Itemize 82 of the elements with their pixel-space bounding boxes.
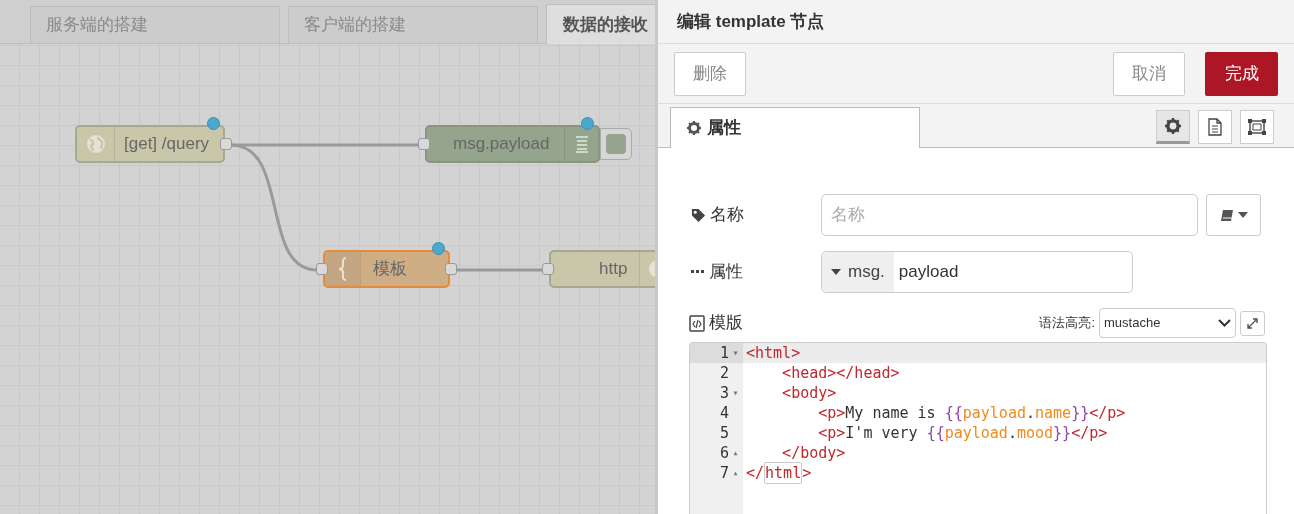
- brace-icon: [337, 257, 348, 281]
- panel-title: 编辑 template 节点: [658, 0, 1294, 44]
- code-token: <html>: [746, 343, 801, 363]
- expand-button[interactable]: [1240, 310, 1265, 336]
- flow-tab[interactable]: 服务端的搭建: [30, 6, 280, 43]
- delete-button[interactable]: 删除: [674, 51, 746, 96]
- config-button[interactable]: [1206, 194, 1261, 236]
- code-token: name: [1035, 403, 1072, 423]
- code-token: </p>: [1071, 423, 1108, 443]
- line-number: 1: [719, 343, 729, 363]
- code-editor[interactable]: 1 ▾ <html> 2 <head></head> 3 ▾ <body> 4 <p>My name is {{payload.name}}</p> 5 <p>I'm very {{payload.mood}}</p> 6 ▴ </body> 7 ▴ </html>: [689, 342, 1267, 514]
- flow-node[interactable]: msg.payload: [425, 125, 600, 163]
- line-number: 5: [719, 423, 729, 443]
- line-number: 2: [719, 363, 729, 383]
- fold-toggle[interactable]: ▴: [731, 443, 740, 463]
- code-token: .: [1007, 423, 1017, 443]
- chevron-down-icon: [1218, 319, 1231, 327]
- gear-icon: [687, 121, 701, 135]
- flow-tab[interactable]: 客户端的搭建: [288, 6, 538, 43]
- code-token: mood: [1016, 423, 1054, 443]
- code-token: {{: [926, 423, 945, 443]
- gutter-cell: [690, 483, 743, 514]
- done-button[interactable]: 完成: [1205, 51, 1278, 96]
- name-input[interactable]: 名称: [820, 194, 1199, 236]
- matched-bracket: html: [764, 462, 803, 484]
- fold-toggle[interactable]: ▾: [731, 343, 740, 363]
- code-file-icon: [689, 314, 705, 332]
- code-token: >: [802, 463, 812, 483]
- caret-icon: [831, 269, 841, 275]
- input-value: payload: [897, 261, 960, 284]
- port[interactable]: [220, 138, 232, 150]
- code-token: I'm very: [845, 423, 919, 443]
- syntax-label: 语法高亮:: [1039, 314, 1095, 333]
- caret-icon: [1237, 212, 1248, 218]
- field-label: 名称: [710, 204, 744, 227]
- code-token: </body>: [781, 443, 846, 463]
- code-token: payload: [962, 403, 1026, 423]
- document-tab-button[interactable]: [1198, 110, 1232, 144]
- code-token: {{: [944, 403, 963, 423]
- code-token: My name is: [845, 403, 937, 423]
- port[interactable]: [445, 263, 457, 275]
- document-icon: [1208, 118, 1222, 136]
- fold-toggle[interactable]: ▾: [731, 383, 740, 403]
- line-number: 6: [719, 443, 729, 463]
- line-number: 3: [719, 383, 729, 403]
- properties-tab[interactable]: 属性: [670, 107, 920, 148]
- flow-tab[interactable]: 数据的接收: [546, 4, 655, 44]
- gear-icon: [1165, 118, 1181, 134]
- line-number: 7: [719, 463, 729, 483]
- cancel-button[interactable]: 取消: [1113, 51, 1185, 96]
- code-token: }}: [1071, 403, 1090, 423]
- expand-icon: [1247, 317, 1258, 329]
- list-icon: [574, 135, 589, 153]
- flow-node[interactable]: [get] /query: [75, 125, 225, 163]
- frame-tab-button[interactable]: [1240, 110, 1274, 144]
- code-token: }}: [1053, 423, 1072, 443]
- line-number: 4: [719, 403, 729, 423]
- ellipsis-icon: [691, 270, 704, 274]
- field-label: 模版: [709, 312, 743, 335]
- code-token: </: [746, 463, 765, 483]
- tag-icon: [691, 207, 706, 223]
- code-token: <body>: [781, 383, 837, 403]
- book-icon: [1219, 208, 1234, 222]
- flow-node[interactable]: http: [549, 250, 655, 288]
- field-label: 属性: [709, 261, 743, 284]
- code-token: <p>: [817, 403, 846, 423]
- port[interactable]: [418, 138, 430, 150]
- port[interactable]: [542, 263, 554, 275]
- fold-toggle[interactable]: ▴: [731, 463, 740, 483]
- toggle-button[interactable]: [600, 128, 632, 160]
- port[interactable]: [316, 263, 328, 275]
- syntax-select[interactable]: mustache: [1099, 308, 1236, 338]
- code-token: <head></head>: [781, 363, 900, 383]
- frame-icon: [1247, 118, 1267, 136]
- code-token: </p>: [1089, 403, 1126, 423]
- code-token: <p>: [817, 423, 846, 443]
- gear-tab-button[interactable]: [1156, 110, 1190, 144]
- code-token: .: [1025, 403, 1035, 423]
- flow-node[interactable]: 模板: [323, 250, 450, 288]
- code-token: payload: [944, 423, 1008, 443]
- globe-icon: [85, 134, 106, 154]
- property-input[interactable]: msg. payload: [821, 251, 1133, 293]
